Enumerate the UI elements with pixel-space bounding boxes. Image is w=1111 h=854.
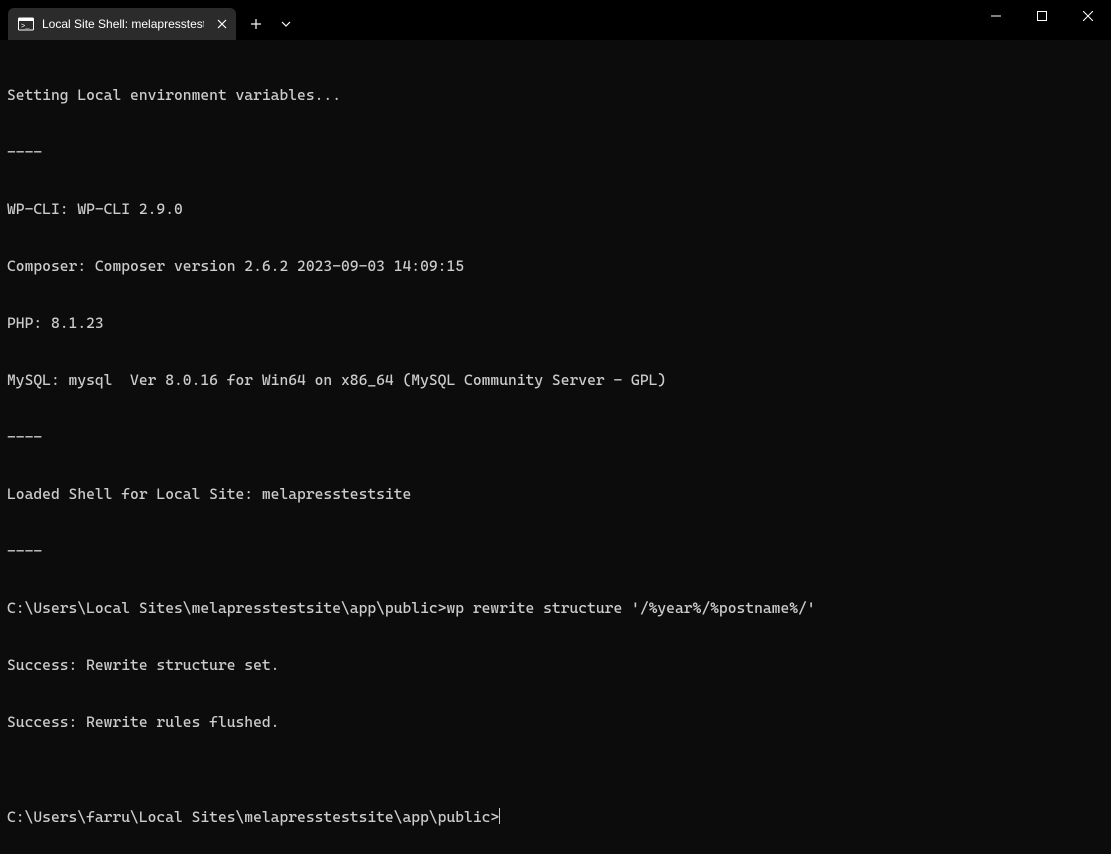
titlebar: >_ Local Site Shell: melapresstest: [0, 0, 1111, 40]
terminal-line: ----: [7, 143, 1104, 162]
terminal-line: Success: Rewrite rules flushed.: [7, 713, 1104, 732]
terminal-output[interactable]: Setting Local environment variables... -…: [0, 40, 1111, 854]
terminal-line: Setting Local environment variables...: [7, 86, 1104, 105]
terminal-line: PHP: 8.1.23: [7, 314, 1104, 333]
window-controls: [973, 0, 1111, 32]
minimize-button[interactable]: [973, 0, 1019, 32]
new-tab-button[interactable]: [240, 8, 272, 40]
close-window-button[interactable]: [1065, 0, 1111, 32]
tabs-area: >_ Local Site Shell: melapresstest: [0, 0, 300, 40]
terminal-line: MySQL: mysql Ver 8.0.16 for Win64 on x86…: [7, 371, 1104, 390]
terminal-icon: >_: [18, 16, 34, 32]
tab-active[interactable]: >_ Local Site Shell: melapresstest: [8, 8, 236, 40]
tab-close-button[interactable]: [212, 14, 232, 34]
svg-text:>_: >_: [21, 23, 30, 31]
terminal-line: ----: [7, 542, 1104, 561]
maximize-button[interactable]: [1019, 0, 1065, 32]
terminal-prompt: C:\Users\farru\Local Sites\melapresstest…: [7, 808, 499, 827]
terminal-line: Loaded Shell for Local Site: melapresste…: [7, 485, 1104, 504]
terminal-prompt-line: C:\Users\farru\Local Sites\melapresstest…: [7, 808, 1104, 827]
terminal-line: Composer: Composer version 2.6.2 2023-09…: [7, 257, 1104, 276]
tab-title: Local Site Shell: melapresstest: [42, 17, 204, 31]
terminal-line: C:\Users\Local Sites\melapresstestsite\a…: [7, 599, 1104, 618]
terminal-line: Success: Rewrite structure set.: [7, 656, 1104, 675]
terminal-line: WP-CLI: WP-CLI 2.9.0: [7, 200, 1104, 219]
terminal-line: ----: [7, 428, 1104, 447]
tab-dropdown-button[interactable]: [272, 8, 300, 40]
cursor-icon: [499, 808, 500, 824]
